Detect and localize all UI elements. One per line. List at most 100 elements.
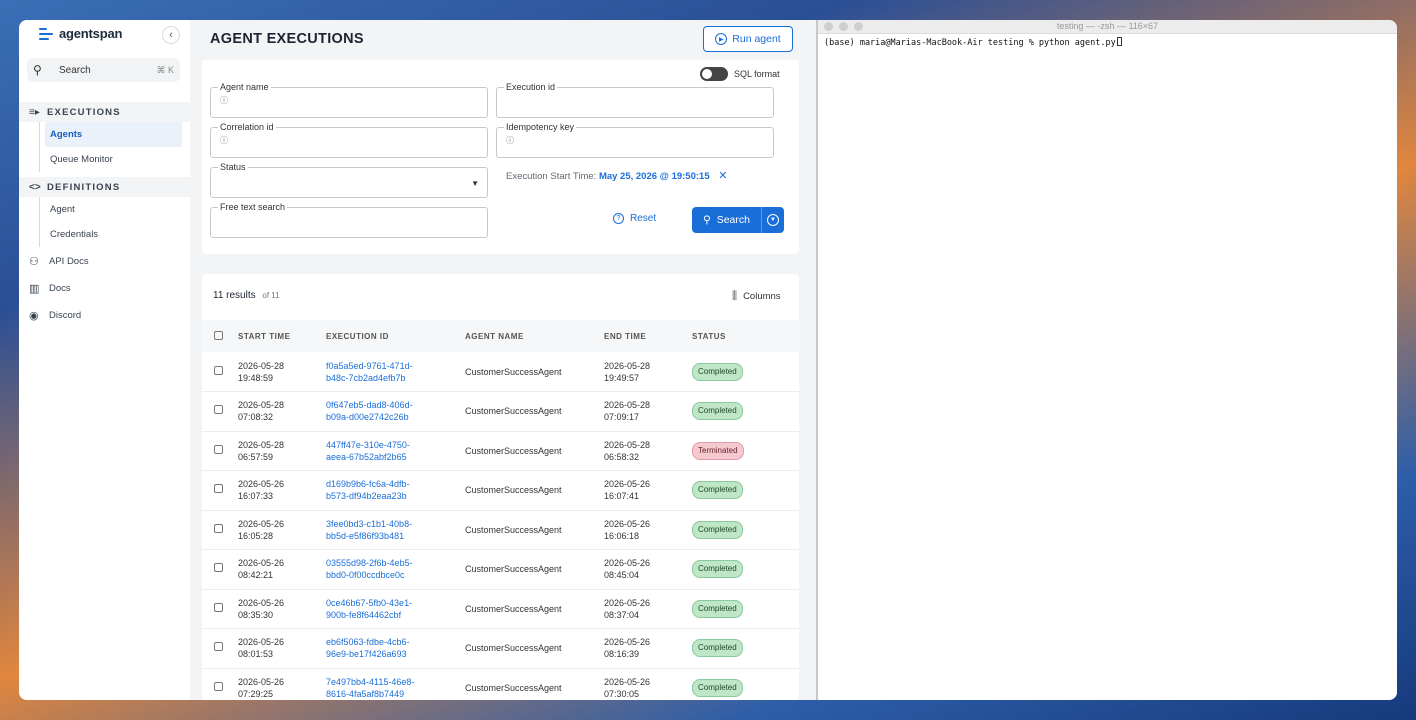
execution-id-link[interactable]: 0ce46b67-5fb0-43e1- 900b-fe8f64462cbf — [326, 589, 465, 629]
col-end-time[interactable]: END TIME — [604, 320, 692, 352]
nav-item-label: Discord — [49, 310, 82, 321]
nav-sub-definitions: Agent Credentials — [39, 197, 190, 247]
row-checkbox[interactable] — [214, 642, 223, 652]
row-checkbox[interactable] — [214, 681, 223, 691]
table-row[interactable]: 2026-05-26 08:42:21 03555d98-2f6b-4eb5- bbd… — [202, 550, 799, 590]
nav-section-executions[interactable]: ≡▸ EXECUTIONS — [19, 102, 190, 122]
row-select-cell — [202, 471, 238, 511]
status-badge: Completed — [692, 599, 743, 618]
agent-name-field[interactable]: Agent name ⓘ — [210, 82, 488, 118]
end-time: 08:45:04 — [604, 570, 640, 581]
reset-button[interactable]: ? Reset — [613, 213, 656, 224]
run-agent-label: Run agent — [732, 33, 781, 45]
terminal-cursor — [1116, 37, 1122, 46]
sidebar-item-docs[interactable]: ▥ Docs — [19, 275, 190, 302]
row-checkbox[interactable] — [214, 444, 223, 454]
sidebar-item-queue-monitor[interactable]: Queue Monitor — [40, 147, 190, 172]
collapse-sidebar-button[interactable]: ‹ — [162, 26, 180, 44]
row-checkbox[interactable] — [214, 563, 223, 573]
sidebar-item-discord[interactable]: ◉ Discord — [19, 302, 190, 329]
field-label: Idempotency key — [504, 122, 577, 132]
end-date: 2026-05-26 — [604, 676, 651, 687]
execution-id-link[interactable]: f0a5a5ed-9761-471d-b48c-7cb2ad4efb7b — [326, 352, 465, 392]
status-cell: Terminated — [692, 431, 799, 471]
execution-id-field[interactable]: Execution id — [496, 82, 774, 118]
execution-id-link[interactable]: d169b9b6-fc6a-4dfb-b573-df94b2eaa23b — [326, 471, 465, 511]
nav-section-label: EXECUTIONS — [47, 106, 121, 118]
col-status[interactable]: STATUS — [692, 320, 799, 352]
field-label: Agent name — [218, 82, 271, 92]
table-row[interactable]: 2026-05-26 16:07:33 d169b9b6-fc6a-4dfb-b57… — [202, 471, 799, 511]
start-time: 08:35:30 — [238, 609, 274, 620]
execution-id-link[interactable]: eb6f5063-fdbe-4cb6- 96e9-be17f426a693 — [326, 629, 465, 669]
start-time-cell: 2026-05-26 08:42:21 — [238, 550, 326, 590]
terminal-prompt-line[interactable]: (base) maria@Marias-MacBook-Air testing … — [824, 37, 1122, 48]
table-row[interactable]: 2026-05-28 06:57:59 447ff47e-310e-4750- aee… — [202, 431, 799, 471]
search-options-button[interactable]: ▼ — [762, 214, 784, 226]
start-date: 2026-05-26 — [238, 518, 285, 529]
status-cell: Completed — [692, 629, 799, 669]
exec-start-value[interactable]: May 25, 2026 @ 19:50:15 — [599, 171, 710, 182]
sidebar-search[interactable]: ⚲ Search ⌘ K — [27, 58, 180, 82]
results-panel: 11 results of 11 ⫼ Columns START TIME EX… — [202, 274, 799, 700]
table-row[interactable]: 2026-05-28 19:48:59 f0a5a5ed-9761-471d-b48… — [202, 352, 799, 392]
execution-id-link[interactable]: 3fee0bd3-c1b1-40b8- bb5d-e5f86f93b481 — [326, 510, 465, 550]
execution-id-link[interactable]: 03555d98-2f6b-4eb5- bbd0-0f00ccdbce0c — [326, 550, 465, 590]
clear-time-icon[interactable]: ✕ — [718, 170, 727, 182]
end-date: 2026-05-26 — [604, 518, 651, 529]
sidebar-item-credentials[interactable]: Credentials — [40, 222, 190, 247]
search-button-main[interactable]: ⚲ Search — [692, 207, 762, 233]
terminal-titlebar: testing — -zsh — 116×67 — [818, 20, 1397, 34]
idempotency-key-field[interactable]: Idempotency key ⓘ — [496, 122, 774, 158]
row-checkbox[interactable] — [214, 484, 223, 494]
row-select-cell — [202, 352, 238, 392]
logo-text: agentspan — [59, 26, 123, 41]
table-row[interactable]: 2026-05-28 07:08:32 0f647eb5-dad8-406d-b09… — [202, 392, 799, 432]
nav-sub-executions: Agents Queue Monitor — [39, 122, 190, 172]
execution-id-link[interactable]: 7e497bb4-4115-46e8- 8616-4fa5af8b7449 — [326, 668, 465, 700]
sidebar-item-agent[interactable]: Agent — [40, 197, 190, 222]
nav-item-label: Docs — [49, 283, 71, 294]
run-agent-button[interactable]: ▶ Run agent — [703, 26, 793, 52]
start-time: 07:29:25 — [238, 688, 274, 699]
sidebar-item-api-docs[interactable]: ⚇ API Docs — [19, 248, 190, 275]
exec-start-label: Execution Start Time: — [506, 171, 597, 182]
row-checkbox[interactable] — [214, 602, 223, 612]
search-button[interactable]: ⚲ Search ▼ — [692, 207, 784, 233]
columns-button[interactable]: ⫼ Columns — [732, 290, 781, 303]
execution-id-part: 8616-4fa5af8b7449 — [326, 688, 405, 699]
execution-id-part: eb6f5063-fdbe-4cb6- — [326, 637, 410, 648]
free-text-search-field[interactable]: Free text search — [210, 202, 488, 238]
col-agent-name[interactable]: AGENT NAME — [465, 320, 604, 352]
sql-format-toggle[interactable] — [700, 67, 728, 81]
correlation-id-field[interactable]: Correlation id ⓘ — [210, 122, 488, 158]
row-checkbox[interactable] — [214, 365, 223, 375]
table-row[interactable]: 2026-05-26 08:35:30 0ce46b67-5fb0-43e1- 900… — [202, 589, 799, 629]
col-start-time[interactable]: START TIME — [238, 320, 326, 352]
end-date: 2026-05-28 — [604, 400, 651, 411]
table-row[interactable]: 2026-05-26 07:29:25 7e497bb4-4115-46e8- 861… — [202, 668, 799, 700]
select-all-checkbox[interactable] — [214, 330, 223, 340]
row-checkbox[interactable] — [214, 405, 223, 415]
row-checkbox[interactable] — [214, 523, 223, 533]
execution-id-link[interactable]: 447ff47e-310e-4750- aeea-67b52abf2b65 — [326, 431, 465, 471]
agent-name-cell: CustomerSuccessAgent — [465, 366, 562, 377]
end-time-cell: 2026-05-26 16:07:41 — [604, 471, 692, 511]
table-row[interactable]: 2026-05-26 16:05:28 3fee0bd3-c1b1-40b8- bb5… — [202, 510, 799, 550]
end-date: 2026-05-26 — [604, 637, 651, 648]
nav-section-definitions[interactable]: <> DEFINITIONS — [19, 177, 190, 197]
search-shortcut: ⌘ K — [156, 64, 174, 75]
end-time: 08:16:39 — [604, 649, 640, 660]
status-badge: Terminated — [692, 441, 744, 460]
end-date: 2026-05-28 — [604, 439, 651, 450]
end-time: 16:07:41 — [604, 491, 640, 502]
logo[interactable]: agentspan — [39, 26, 122, 41]
execution-id-link[interactable]: 0f647eb5-dad8-406d-b09a-d00e2742c26b — [326, 392, 465, 432]
col-execution-id[interactable]: EXECUTION ID — [326, 320, 465, 352]
table-row[interactable]: 2026-05-26 08:01:53 eb6f5063-fdbe-4cb6- 96e… — [202, 629, 799, 669]
terminal-window[interactable]: testing — -zsh — 116×67 (base) maria@Mar… — [816, 20, 1397, 700]
status-badge: Completed — [692, 402, 743, 421]
sidebar-item-agents[interactable]: Agents — [45, 122, 182, 147]
main-content: AGENT EXECUTIONS ▶ Run agent SQL format … — [190, 20, 816, 700]
status-select[interactable]: Status ▼ — [210, 162, 488, 198]
